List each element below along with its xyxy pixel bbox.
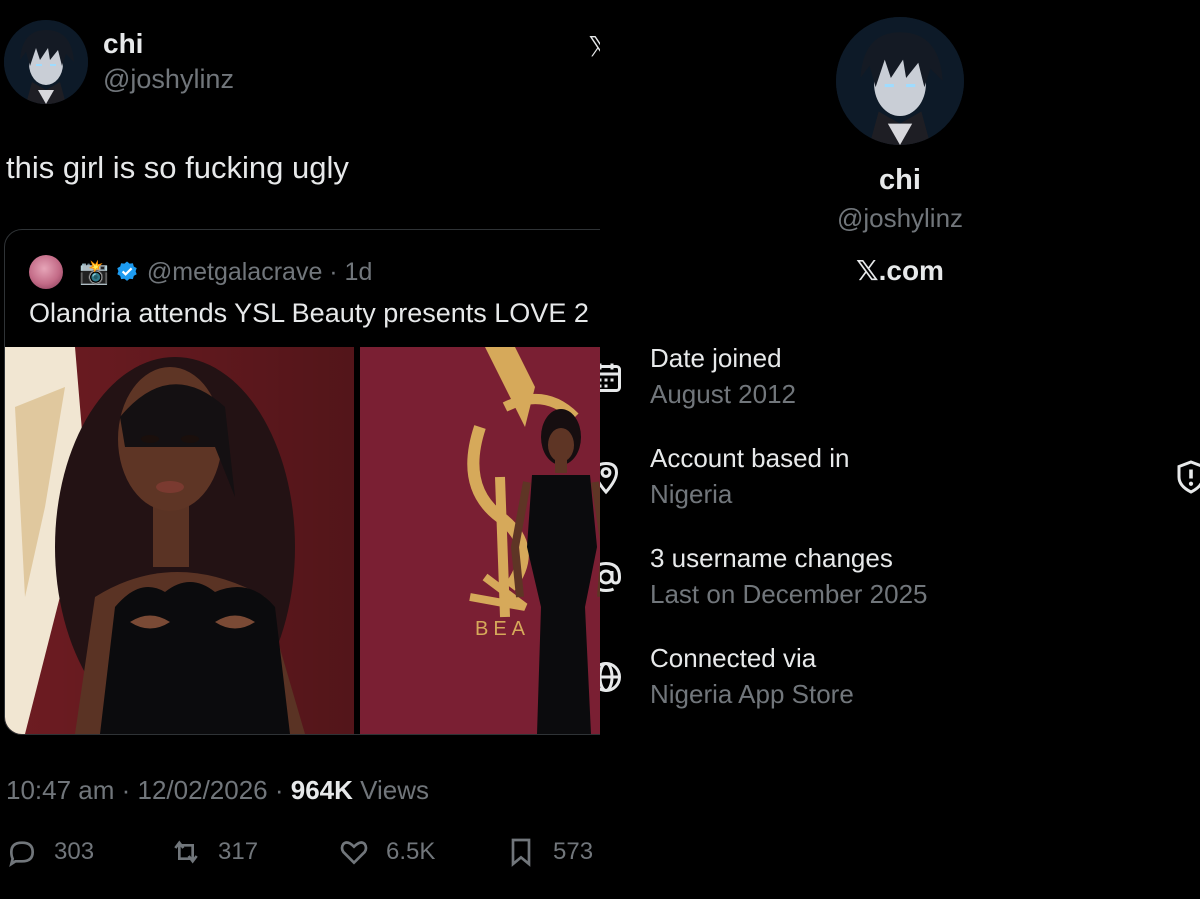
profile-name: chi [879,164,921,196]
quoted-author-avatar[interactable] [29,255,63,289]
camera-flash-emoji: 📸 [79,258,109,286]
author-avatar[interactable] [4,20,88,104]
date-joined-value: August 2012 [650,379,797,409]
x-com-label: 𝕏.com [856,255,944,286]
connected-via-label: Connected via [650,643,817,673]
quoted-tweet-photos[interactable]: BEA [5,347,600,734]
info-row-connected-via: Connected via Nigeria App Store [600,643,1200,723]
ysl-beauty-sign-text: BEA [475,618,530,640]
quoted-tweet-header: 📸 @metgalacrave · 1d [29,254,372,290]
like-count: 6.5K [386,838,436,865]
info-row-account-based-in: Account based in Nigeria [600,443,1200,523]
photo-full-length[interactable]: BEA [360,347,600,734]
quoted-handle-time[interactable]: @metgalacrave · 1d [147,258,372,287]
anime-avatar-image [836,17,964,145]
bookmark-count: 573 [553,838,594,865]
tweet-detail: chi @joshylinz 𝕏 this girl is so fucking… [0,0,600,899]
at-sign-icon [600,561,622,593]
views-count: 964K [290,775,353,805]
repost-icon [174,840,198,864]
anime-avatar-image [4,20,88,104]
info-row-username-changes: 3 username changes Last on December 2025 [600,543,1200,623]
tweet-meta: 10:47 am · 12/02/2026 · 964K Views [6,775,429,806]
shield-alert-icon[interactable] [1173,459,1200,495]
account-based-in-label: Account based in [650,443,850,473]
account-info-panel: chi @joshylinz 𝕏.com Date joined August … [600,0,1200,899]
reply-count: 303 [54,838,95,865]
username-changes-value: Last on December 2025 [650,579,928,609]
calendar-icon [600,363,621,392]
profile-handle: @joshylinz [836,203,964,233]
location-pin-icon [600,461,619,495]
repost-button[interactable]: 317 [170,833,258,871]
info-row-date-joined: Date joined August 2012 [600,343,1200,423]
x-logo-icon: 𝕏 [588,31,600,62]
author-handle[interactable]: @joshylinz [103,64,234,95]
author-name[interactable]: chi [103,28,143,60]
globe-icon [600,662,621,692]
bookmark-button[interactable]: 573 [505,833,593,871]
profile-avatar[interactable] [836,17,964,145]
bookmark-icon [511,838,531,867]
verified-badge-icon [117,261,137,281]
repost-count: 317 [218,838,259,865]
account-based-in-value: Nigeria [650,479,733,509]
views-label: Views [352,775,430,805]
username-changes-label: 3 username changes [650,543,893,573]
heart-icon [340,841,368,865]
date-joined-label: Date joined [650,343,782,373]
tweet-text: this girl is so fucking ugly [6,150,349,185]
connected-via-value: Nigeria App Store [650,679,854,709]
quoted-tweet-card[interactable]: 📸 @metgalacrave · 1d Olandria attends YS… [4,229,600,735]
photo-portrait[interactable] [5,347,354,734]
tweet-timestamp[interactable]: 10:47 am · 12/02/2026 · [6,775,291,805]
reply-icon [9,841,35,868]
reply-button[interactable]: 303 [6,833,94,871]
quoted-tweet-text: Olandria attends YSL Beauty presents LOV… [29,298,589,328]
like-button[interactable]: 6.5K [338,833,435,871]
